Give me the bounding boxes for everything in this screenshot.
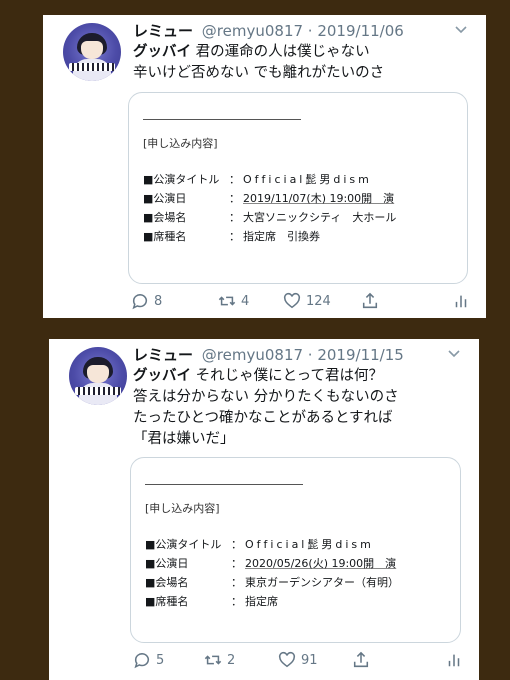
row-colon: ：	[229, 230, 240, 243]
row-colon: ：	[229, 211, 240, 224]
ticket-embed[interactable]: [申し込み内容] ■公演タイトル： Official髭男dism ■公演日： 201…	[128, 92, 468, 284]
tweet-text-strong: グッバイ	[133, 368, 191, 384]
tweet-text-line: グッバイ それじゃ僕にとって君は何？	[133, 366, 465, 387]
row-value: 指定席	[245, 595, 278, 608]
row-label: ■公演日	[143, 192, 187, 205]
like-count: 124	[306, 293, 331, 309]
analytics-icon	[455, 295, 467, 308]
row-label: ■公演タイトル	[143, 173, 220, 186]
row-label: ■席種名	[145, 595, 189, 608]
avatar-face	[81, 41, 103, 59]
share-icon	[353, 651, 369, 668]
author-handle-date[interactable]: @remyu0817 · 2019/11/06	[202, 22, 404, 40]
embed-row-seat: ■席種名 ：指定席	[145, 593, 278, 609]
tweet-card[interactable]: レミュー @remyu0817 · 2019/11/06 グッバイ 君の運命の人…	[43, 15, 486, 318]
share-button[interactable]	[352, 650, 370, 670]
analytics-button[interactable]	[445, 650, 463, 670]
embed-row-venue: ■会場名 ：東京ガーデンシアター（有明）	[145, 574, 399, 590]
retweet-count: 2	[227, 652, 236, 668]
avatar-keyboard	[69, 63, 115, 71]
row-value: 東京ガーデンシアター（有明）	[245, 576, 399, 589]
row-value: 2020/05/26(火) 19:00開 演	[245, 557, 397, 570]
retweet-button[interactable]: 2	[204, 650, 235, 670]
row-label: ■席種名	[143, 230, 187, 243]
tweet-text-rest: たったひとつ確かなことがあるとすれば	[133, 410, 393, 426]
tweet-text-rest: それじゃ僕にとって君は何？	[191, 368, 383, 384]
embed-row-date: ■公演日 ： 2020/05/26(火) 19:00開 演	[145, 555, 396, 571]
tweet-text-line: 「君は嫌いだ」	[133, 429, 465, 450]
embed-section-title: [申し込み内容]	[143, 137, 218, 150]
tweet-actions: 5 2 91	[133, 650, 463, 670]
tweet-text-line: グッバイ 君の運命の人は僕じゃない	[133, 42, 472, 63]
embed-row-date: ■公演日 ： 2019/11/07(木) 19:00開 演	[143, 190, 394, 206]
row-colon: ：	[229, 173, 240, 186]
ticket-embed[interactable]: [申し込み内容] ■公演タイトル： Official髭男dism ■公演日： 202…	[130, 457, 461, 643]
tweet-text: グッバイ それじゃ僕にとって君は何？ 答えは分からない 分かりたくもないのさ た…	[133, 366, 465, 450]
retweet-count: 4	[241, 293, 250, 309]
like-button[interactable]: 91	[278, 650, 318, 670]
analytics-icon	[448, 654, 460, 667]
row-colon: ：	[231, 576, 242, 589]
analytics-button[interactable]	[452, 291, 470, 311]
row-value: Official髭男dism	[243, 173, 372, 186]
row-colon: ：	[231, 595, 242, 608]
reply-count: 5	[156, 652, 165, 668]
author-handle-date[interactable]: @remyu0817 · 2019/11/15	[202, 346, 404, 364]
tweet-text-strong: グッバイ	[133, 44, 191, 60]
tweet-actions: 8 4 124	[131, 291, 470, 311]
chevron-down-icon[interactable]	[447, 349, 461, 359]
tweet-card[interactable]: レミュー @remyu0817 · 2019/11/15 グッバイ それじゃ僕に…	[49, 339, 479, 680]
embed-row-seat: ■席種名 ：指定席 引換券	[143, 228, 320, 244]
author-name[interactable]: レミュー	[133, 22, 193, 40]
row-value: Official髭男dism	[245, 538, 374, 551]
embed-row-title: ■公演タイトル ： Official髭男dism	[143, 171, 372, 187]
heart-icon	[283, 292, 301, 309]
tweet-text-rest: 「君は嫌いだ」	[133, 431, 235, 447]
like-button[interactable]: 124	[283, 291, 331, 311]
row-label: ■公演タイトル	[145, 538, 222, 551]
share-button[interactable]	[361, 291, 379, 311]
reply-icon	[132, 294, 148, 310]
avatar[interactable]	[63, 23, 121, 81]
tweet-text-rest: 辛いけど否めない でも離れがたいのさ	[133, 65, 385, 81]
like-count: 91	[301, 652, 318, 668]
tweet-text: グッバイ 君の運命の人は僕じゃない 辛いけど否めない でも離れがたいのさ	[133, 42, 472, 84]
retweet-icon	[204, 655, 222, 665]
retweet-button[interactable]: 4	[218, 291, 249, 311]
embed-row-venue: ■会場名 ：大宮ソニックシティ 大ホール	[143, 209, 396, 225]
divider	[145, 484, 303, 485]
avatar-face	[87, 365, 109, 383]
tweet-text-rest: 答えは分からない 分かりたくもないのさ	[133, 389, 399, 405]
reply-count: 8	[154, 293, 163, 309]
row-colon: ：	[229, 192, 240, 205]
tweet-text-line: 答えは分からない 分かりたくもないのさ	[133, 387, 465, 408]
row-label: ■会場名	[143, 211, 187, 224]
row-colon: ：	[231, 557, 242, 570]
share-icon	[362, 292, 378, 309]
reply-button[interactable]: 8	[131, 291, 162, 311]
chevron-down-icon[interactable]	[454, 25, 468, 35]
embed-row-title: ■公演タイトル ： Official髭男dism	[145, 536, 374, 552]
avatar-keyboard	[75, 387, 121, 395]
tweet-header: レミュー @remyu0817 · 2019/11/15	[133, 345, 459, 365]
avatar[interactable]	[69, 347, 127, 405]
row-colon: ：	[231, 538, 242, 551]
tweet-text-line: 辛いけど否めない でも離れがたいのさ	[133, 63, 472, 84]
tweet-header: レミュー @remyu0817 · 2019/11/06	[133, 21, 466, 41]
heart-icon	[278, 651, 296, 668]
row-value: 指定席 引換券	[243, 230, 320, 243]
reply-icon	[134, 653, 150, 669]
embed-section-title: [申し込み内容]	[145, 502, 220, 515]
reply-button[interactable]: 5	[133, 650, 164, 670]
row-value: 2019/11/07(木) 19:00開 演	[243, 192, 395, 205]
row-value: 大宮ソニックシティ 大ホール	[243, 211, 397, 224]
row-label: ■公演日	[145, 557, 189, 570]
tweet-text-rest: 君の運命の人は僕じゃない	[191, 44, 370, 60]
row-label: ■会場名	[145, 576, 189, 589]
divider	[143, 119, 301, 120]
retweet-icon	[218, 296, 236, 306]
author-name[interactable]: レミュー	[133, 346, 193, 364]
tweet-text-line: たったひとつ確かなことがあるとすれば	[133, 408, 465, 429]
